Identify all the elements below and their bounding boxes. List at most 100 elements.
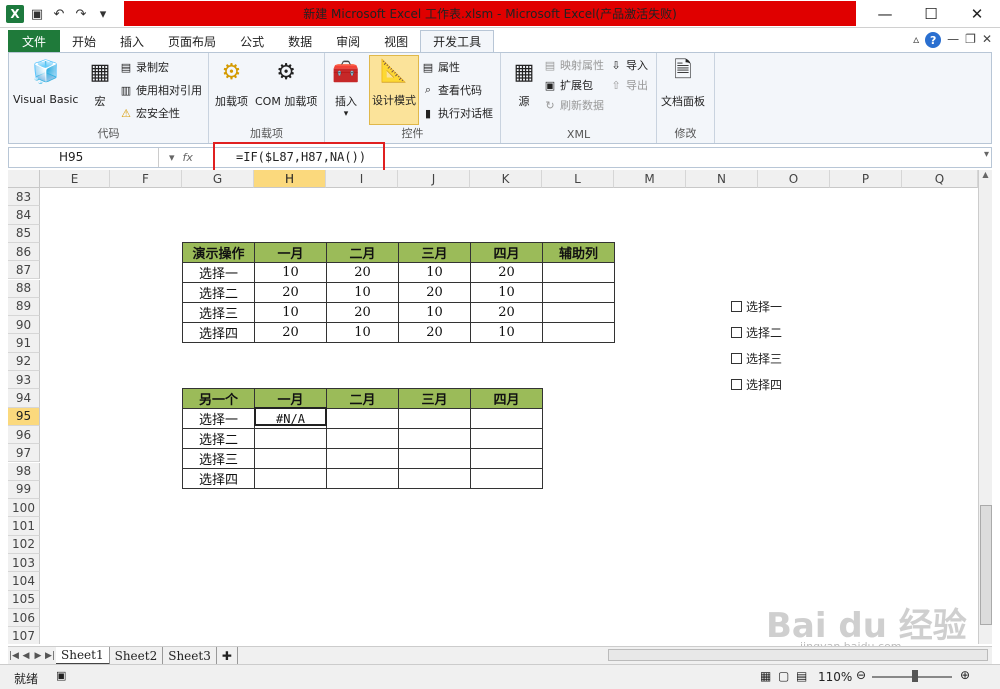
table2-header-cell[interactable]: 一月 [254,388,327,409]
table1-cell[interactable]: 20 [326,262,399,283]
select-all-corner[interactable] [8,170,40,188]
document-panel-button[interactable]: 🗎 文档面板 [661,57,705,109]
row-header[interactable]: 98 [8,462,40,481]
horizontal-scrollbar[interactable] [608,649,988,661]
zoom-out-icon[interactable]: ⊖ [856,668,866,682]
collapse-ribbon-icon[interactable]: ▵ [913,32,919,48]
doc-minimize-icon[interactable]: — [947,32,959,48]
insert-control-button[interactable]: 🧰 插入 ▾ [331,57,361,120]
tab-home[interactable]: 开始 [60,30,108,52]
column-header[interactable]: M [614,170,686,188]
map-properties-button[interactable]: ▤ 映射属性 [543,57,604,73]
table1-cell[interactable]: 20 [254,282,327,303]
tab-review[interactable]: 审阅 [324,30,372,52]
table2-cell[interactable] [398,428,471,449]
row-header[interactable]: 88 [8,279,40,298]
table2-cell[interactable] [470,468,543,489]
table2-cell[interactable] [254,448,327,469]
column-header-selected[interactable]: H [254,170,326,188]
table2-cell[interactable] [398,408,471,429]
row-header[interactable]: 87 [8,261,40,280]
tab-page-layout[interactable]: 页面布局 [156,30,228,52]
table1-cell[interactable]: 选择四 [182,322,255,343]
table1-cell[interactable]: 10 [398,302,471,323]
row-header[interactable]: 85 [8,224,40,243]
help-icon[interactable]: ? [925,32,942,48]
table1-cell[interactable]: 20 [254,322,327,343]
table2-header-cell[interactable]: 另一个 [182,388,255,409]
row-header[interactable]: 106 [8,608,40,628]
table1-header-cell[interactable]: 二月 [326,242,399,263]
macro-security-button[interactable]: ⚠ 宏安全性 [119,105,180,121]
table1-cell[interactable]: 10 [470,282,543,303]
row-header[interactable]: 83 [8,188,40,207]
next-sheet-icon[interactable]: ▶ [32,651,44,661]
properties-button[interactable]: ▤ 属性 [421,59,460,75]
table1-cell[interactable]: 10 [254,262,327,283]
table2-cell[interactable] [254,468,327,489]
macro-record-icon[interactable]: ▣ [56,669,66,682]
sheet-tab-1[interactable]: Sheet1 [56,646,110,665]
table1-header-cell[interactable]: 一月 [254,242,327,263]
sheet-tab-2[interactable]: Sheet2 [110,646,164,665]
checkbox-choice-4[interactable]: 选择四 [731,376,782,393]
row-header[interactable]: 99 [8,480,40,500]
view-code-button[interactable]: ⌕ 查看代码 [421,82,482,98]
table1-cell[interactable] [542,262,615,283]
table1-cell[interactable]: 20 [326,302,399,323]
undo-icon[interactable]: ↶ [50,5,68,23]
row-header[interactable]: 97 [8,444,40,463]
table2-cell[interactable] [470,448,543,469]
doc-close-icon[interactable]: ✕ [982,32,992,48]
checkbox-choice-3[interactable]: 选择三 [731,350,782,367]
table2-cell[interactable]: 选择四 [182,468,255,489]
table1-cell[interactable]: 10 [326,282,399,303]
column-header[interactable]: O [758,170,830,188]
table1-header-cell[interactable]: 辅助列 [542,242,615,263]
checkbox-choice-1[interactable]: 选择一 [731,298,782,315]
run-dialog-button[interactable]: ▮ 执行对话框 [421,105,493,121]
new-sheet-icon[interactable]: ✚ [217,646,238,665]
zoom-in-icon[interactable]: ⊕ [960,668,970,682]
checkbox-choice-2[interactable]: 选择二 [731,324,782,341]
com-addins-button[interactable]: ⚙ COM 加载项 [255,57,317,109]
table1-cell[interactable]: 10 [254,302,327,323]
column-header[interactable]: E [40,170,110,188]
addins-button[interactable]: ⚙ 加载项 [215,57,248,109]
excel-logo-icon[interactable]: X [6,5,24,23]
expand-formula-icon[interactable]: ▾ [984,149,989,160]
row-header[interactable]: 84 [8,206,40,225]
zoom-level[interactable]: 110% [818,670,852,684]
import-button[interactable]: ⇩ 导入 [609,57,648,73]
column-header[interactable]: N [686,170,758,188]
row-header[interactable]: 104 [8,572,40,591]
table1-cell[interactable]: 10 [326,322,399,343]
column-header[interactable]: L [542,170,614,188]
row-header[interactable]: 103 [8,554,40,573]
column-header[interactable]: K [470,170,542,188]
minimize-icon[interactable]: — [862,0,908,28]
table2-header-cell[interactable]: 三月 [398,388,471,409]
vertical-scrollbar[interactable]: ▲ [978,170,992,644]
table2-cell[interactable] [470,408,543,429]
record-macro-button[interactable]: ▤ 录制宏 [119,59,169,75]
tab-formulas[interactable]: 公式 [228,30,276,52]
table2-cell[interactable]: 选择二 [182,428,255,449]
row-header[interactable]: 90 [8,316,40,335]
column-header[interactable]: I [326,170,398,188]
export-button[interactable]: ⇧ 导出 [609,77,648,93]
first-sheet-icon[interactable]: |◀ [8,651,20,661]
row-header[interactable]: 101 [8,517,40,536]
name-box-dropdown-icon[interactable]: ▾ [169,151,175,164]
table2-cell[interactable] [326,448,399,469]
macro-button[interactable]: ▦ 宏 [85,57,115,109]
maximize-icon[interactable]: ☐ [908,0,954,28]
table1-cell[interactable]: 20 [470,262,543,283]
row-header[interactable]: 86 [8,242,40,262]
scroll-up-icon[interactable]: ▲ [979,170,992,179]
table1-cell[interactable]: 20 [398,282,471,303]
row-header[interactable]: 102 [8,535,40,554]
zoom-slider-thumb[interactable] [912,670,918,682]
fx-icon[interactable]: fx [183,151,193,164]
row-header[interactable]: 100 [8,499,40,518]
